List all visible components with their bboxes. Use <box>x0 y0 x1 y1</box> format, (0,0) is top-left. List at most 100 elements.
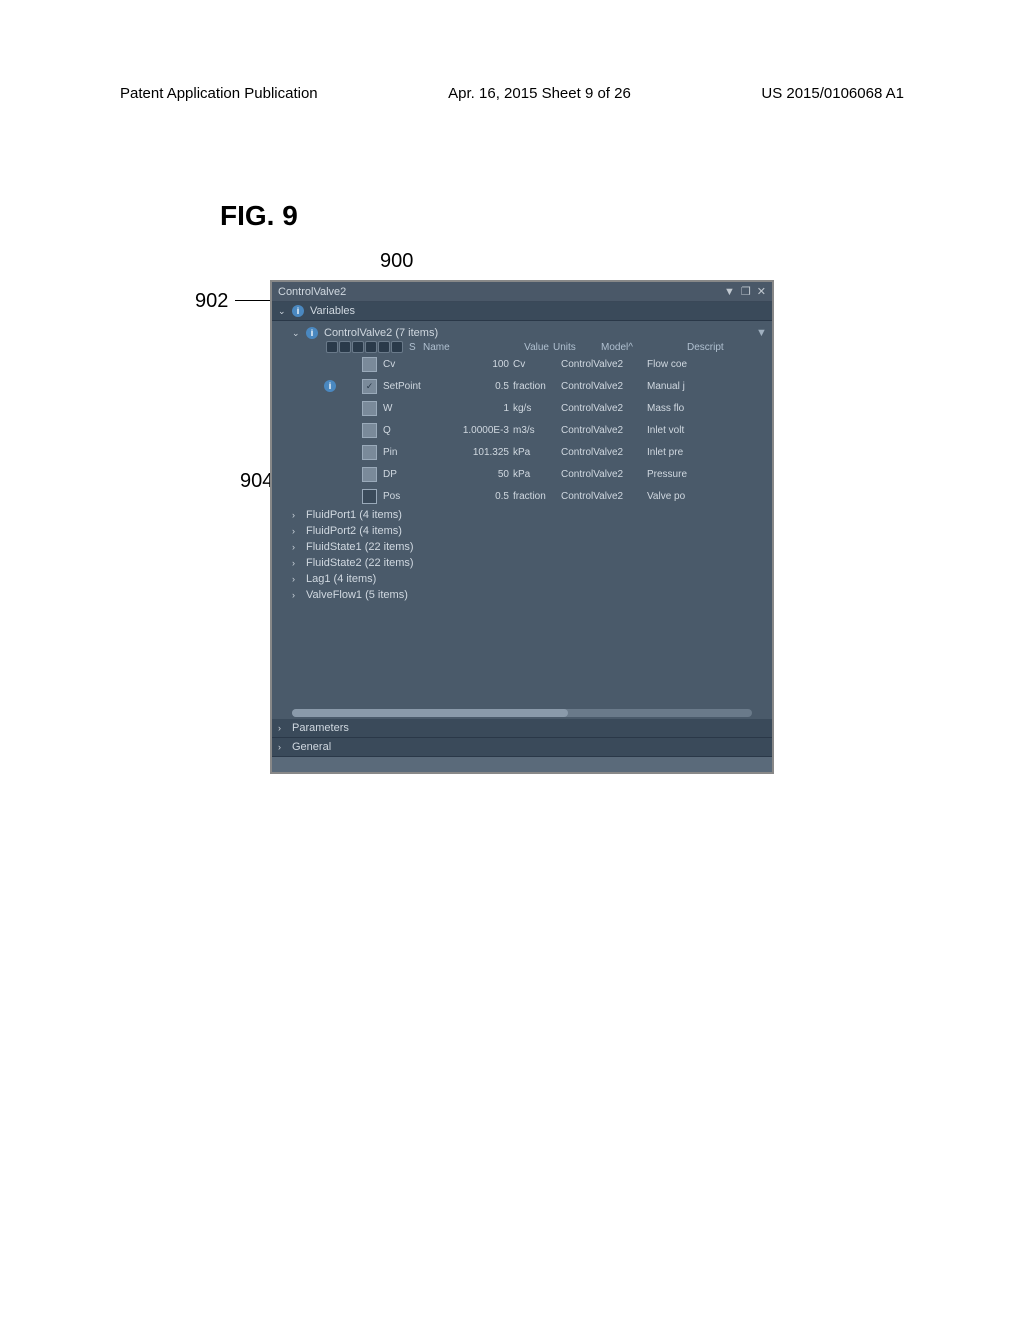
cell-desc: Valve po <box>647 491 772 502</box>
tree-node-controlvalve2[interactable]: ⌄ i ControlValve2 (7 items) <box>272 325 752 341</box>
badge-icon <box>339 341 351 353</box>
header-right: US 2015/0106068 A1 <box>761 85 904 102</box>
cell-name: DP <box>383 469 443 480</box>
chevron-right-icon: › <box>292 542 300 552</box>
section-variables-label: Variables <box>310 305 355 317</box>
tree-node-label: FluidState1 (22 items) <box>306 541 414 553</box>
ref-902: 902 <box>195 290 228 313</box>
col-units[interactable]: Units <box>553 342 601 353</box>
cell-units: kPa <box>513 447 561 458</box>
cell-model: ControlValve2 <box>561 425 647 436</box>
tree-node[interactable]: › FluidState2 (22 items) <box>272 555 772 571</box>
window-restore-icon[interactable]: ❐ <box>741 285 751 298</box>
col-name[interactable]: Name <box>423 342 483 353</box>
tree-node-label: Lag1 (4 items) <box>306 573 376 585</box>
horizontal-scrollbar[interactable] <box>292 709 752 717</box>
info-icon: i <box>306 327 318 339</box>
col-value[interactable]: Value <box>483 342 553 353</box>
tree-node[interactable]: › Lag1 (4 items) <box>272 571 772 587</box>
variable-row[interactable]: Cv100CvControlValve2Flow coe <box>272 353 772 375</box>
checkbox[interactable] <box>362 467 377 482</box>
cell-desc: Flow coe <box>647 359 772 370</box>
chevron-right-icon: › <box>292 574 300 584</box>
variable-row[interactable]: DP50kPaControlValve2Pressure <box>272 463 772 485</box>
checkbox[interactable] <box>362 401 377 416</box>
header-center: Apr. 16, 2015 Sheet 9 of 26 <box>448 85 631 102</box>
cell-name: Q <box>383 425 443 436</box>
badge-icons <box>326 341 403 353</box>
section-general-header[interactable]: › General <box>272 738 772 757</box>
tree-node-label: FluidPort2 (4 items) <box>306 525 402 537</box>
scrollbar-thumb[interactable] <box>292 709 568 717</box>
dropdown-icon[interactable]: ▼ <box>724 286 735 298</box>
section-variables-header[interactable]: ⌄ i Variables <box>272 302 772 321</box>
section-parameters-header[interactable]: › Parameters <box>272 719 772 738</box>
badge-icon <box>378 341 390 353</box>
info-icon: i <box>292 305 304 317</box>
variable-row[interactable]: W1kg/sControlValve2Mass flo <box>272 397 772 419</box>
variable-row[interactable]: Pin101.325kPaControlValve2Inlet pre <box>272 441 772 463</box>
cell-desc: Pressure <box>647 469 772 480</box>
checkbox[interactable] <box>362 357 377 372</box>
cell-value: 50 <box>443 469 513 480</box>
cell-desc: Inlet pre <box>647 447 772 458</box>
cell-units: Cv <box>513 359 561 370</box>
variable-row[interactable]: Pos0.5fractionControlValve2Valve po <box>272 485 772 507</box>
section-parameters-label: Parameters <box>292 722 349 734</box>
badge-icon <box>326 341 338 353</box>
cell-model: ControlValve2 <box>561 359 647 370</box>
badge-icon <box>352 341 364 353</box>
chevron-right-icon: › <box>292 558 300 568</box>
cell-value: 1.0000E-3 <box>443 425 513 436</box>
cell-units: m3/s <box>513 425 561 436</box>
cell-name: Pin <box>383 447 443 458</box>
checkbox[interactable] <box>362 489 377 504</box>
cell-value: 0.5 <box>443 381 513 392</box>
tree-node-label: ControlValve2 (7 items) <box>324 327 438 339</box>
close-icon[interactable]: ✕ <box>757 285 766 298</box>
properties-panel: ControlValve2 ▼ ❐ ✕ ⌄ i Variables ▼ ⌄ i … <box>270 280 774 774</box>
cell-units: fraction <box>513 381 561 392</box>
ref-904: 904 <box>240 470 273 493</box>
checkbox[interactable] <box>362 423 377 438</box>
ref-902-leader <box>235 300 270 301</box>
cell-desc: Mass flo <box>647 403 772 414</box>
chevron-right-icon: › <box>292 526 300 536</box>
panel-title: ControlValve2 <box>278 286 346 298</box>
figure-label: FIG. 9 <box>220 200 298 232</box>
section-general-label: General <box>292 741 331 753</box>
chevron-down-icon: ⌄ <box>278 306 286 317</box>
variables-tree: ▼ ⌄ i ControlValve2 (7 items) S Name Val… <box>272 321 772 719</box>
badge-icon <box>391 341 403 353</box>
variable-row[interactable]: iSetPoint0.5fractionControlValve2Manual … <box>272 375 772 397</box>
tree-node[interactable]: › FluidPort2 (4 items) <box>272 523 772 539</box>
cell-value: 0.5 <box>443 491 513 502</box>
cell-units: kPa <box>513 469 561 480</box>
titlebar-controls: ▼ ❐ ✕ <box>724 285 766 298</box>
chevron-right-icon: › <box>278 723 286 733</box>
tree-node[interactable]: › FluidState1 (22 items) <box>272 539 772 555</box>
col-descript[interactable]: Descript <box>687 342 772 353</box>
checkbox[interactable] <box>362 445 377 460</box>
cell-value: 1 <box>443 403 513 414</box>
cell-model: ControlValve2 <box>561 381 647 392</box>
tree-node-label: ValveFlow1 (5 items) <box>306 589 408 601</box>
chevron-right-icon: › <box>292 590 300 600</box>
filter-icon[interactable]: ▼ <box>756 327 768 339</box>
info-icon: i <box>324 380 336 392</box>
cell-desc: Inlet volt <box>647 425 772 436</box>
variable-row[interactable]: Q1.0000E-3m3/sControlValve2Inlet volt <box>272 419 772 441</box>
chevron-right-icon: › <box>292 510 300 520</box>
tree-node-label: FluidPort1 (4 items) <box>306 509 402 521</box>
ref-900: 900 <box>380 250 413 273</box>
cell-units: kg/s <box>513 403 561 414</box>
col-s[interactable]: S <box>409 342 423 353</box>
tree-node[interactable]: › FluidPort1 (4 items) <box>272 507 772 523</box>
tree-node-label: FluidState2 (22 items) <box>306 557 414 569</box>
cell-model: ControlValve2 <box>561 403 647 414</box>
col-model[interactable]: Model^ <box>601 342 687 353</box>
tree-node[interactable]: › ValveFlow1 (5 items) <box>272 587 772 603</box>
patent-page-header: Patent Application Publication Apr. 16, … <box>0 85 1024 102</box>
chevron-right-icon: › <box>278 742 286 752</box>
checkbox[interactable] <box>362 379 377 394</box>
